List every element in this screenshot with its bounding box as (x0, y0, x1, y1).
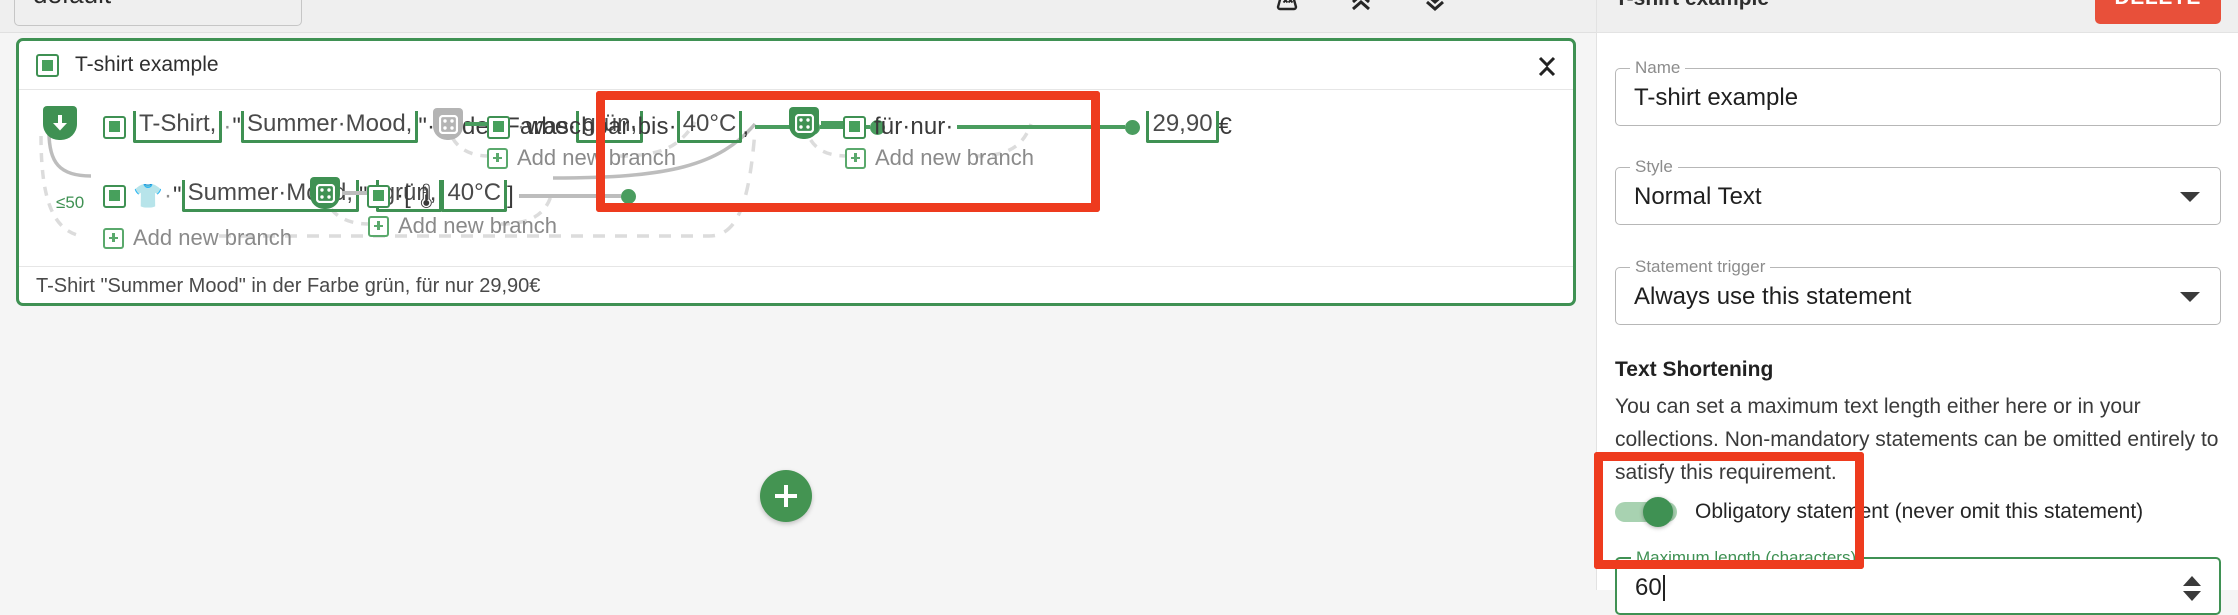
statement-trigger-select[interactable]: Statement trigger Always use this statem… (1615, 257, 2221, 325)
flow-token-text: für·nur· (874, 113, 954, 140)
statement-preview-text: T-Shirt "Summer Mood" in der Farbe grün,… (36, 275, 541, 297)
obligatory-statement-toggle-row[interactable]: Obligatory statement (never omit this st… (1615, 497, 2144, 527)
filled-square-icon (103, 184, 126, 208)
toolbar-icon-group (1272, 0, 1450, 17)
expand-collapse-chevrons-icon[interactable] (1535, 49, 1559, 81)
flow-token-text: ·[ (396, 182, 411, 209)
style-select-label: Style (1630, 157, 1678, 177)
filled-square-icon (487, 115, 510, 139)
add-new-branch-4[interactable]: Add new branch (103, 225, 292, 251)
flow-token-sep: · (163, 182, 172, 209)
statement-card-footer: T-Shirt "Summer Mood" in der Farbe grün,… (19, 266, 1573, 307)
flow-token-sep: · (517, 113, 525, 140)
toggle-knob (1643, 497, 1673, 527)
stepper-down-icon[interactable] (2183, 590, 2201, 601)
flow-token-sep: · (223, 113, 232, 140)
flow-token-text: ] (507, 182, 514, 209)
add-new-branch-label: Add new branch (517, 145, 676, 170)
flow-token-slot[interactable]: 40°C (441, 180, 508, 212)
obligatory-statement-toggle[interactable] (1615, 497, 1677, 527)
dice-branch-icon-active[interactable] (310, 177, 340, 209)
filled-square-icon (367, 184, 390, 208)
stepper-up-icon[interactable] (2183, 575, 2201, 586)
double-chevron-down-icon[interactable] (1420, 0, 1450, 17)
shorten-limit-label: ≤50 (56, 193, 85, 212)
flow-token-slot[interactable]: T-Shirt, (133, 111, 223, 143)
flow-token-text: " (232, 113, 241, 140)
collection-select-value: default (33, 0, 111, 10)
filled-square-icon (843, 115, 866, 139)
maximum-length-field[interactable]: Maximum length (characters) 60 (1615, 548, 2221, 615)
dice-branch-icon-active[interactable] (789, 107, 819, 139)
plus-icon (103, 227, 124, 249)
tshirt-emoji-icon: 👕 (133, 182, 163, 210)
flow-connector-dot (1125, 119, 1141, 135)
chevron-down-icon (2180, 192, 2200, 202)
plus-icon (368, 215, 389, 237)
add-new-branch-label: Add new branch (133, 225, 292, 250)
flow-connector-dot (620, 188, 636, 204)
thermometer-emoji-icon: 🌡 (410, 182, 442, 210)
number-stepper-icon[interactable] (2179, 569, 2205, 607)
filled-square-icon (36, 54, 59, 77)
flow-token-text: , (742, 113, 750, 140)
statement-trigger-value: Always use this statement (1634, 283, 1912, 310)
text-shortening-heading: Text Shortening (1615, 358, 1774, 381)
add-new-branch-label: Add new branch (875, 145, 1034, 170)
properties-panel-title: T-shirt example (1615, 0, 1769, 11)
add-statement-button[interactable] (760, 470, 812, 522)
statement-card-title: T-shirt example (75, 53, 219, 76)
add-new-branch-label: Add new branch (398, 213, 557, 238)
maximum-length-value[interactable]: 60 (1635, 574, 1665, 602)
properties-panel: T-shirt example DELETE Name T-shirt exam… (1596, 0, 2238, 615)
name-field[interactable]: Name T-shirt example (1615, 58, 2221, 126)
name-field-value: T-shirt example (1634, 84, 1799, 111)
name-field-label: Name (1630, 58, 1686, 78)
maximum-length-label: Maximum length (characters) (1631, 548, 1862, 568)
collection-select[interactable]: default (14, 0, 302, 26)
style-select[interactable]: Style Normal Text (1615, 157, 2221, 225)
flow-node-statement-3[interactable]: für·nur· 29,90 € (843, 111, 1232, 143)
flow-token-currency: € (1218, 113, 1232, 140)
flow-token-slot-price[interactable]: 29,90 (1146, 111, 1219, 143)
delete-button[interactable]: DELETE (2094, 0, 2221, 24)
plus-icon (845, 147, 866, 169)
filled-square-icon (103, 115, 126, 139)
style-select-value: Normal Text (1634, 183, 1762, 210)
collapse-all-icon[interactable] (1272, 0, 1302, 17)
dice-branch-icon-inactive[interactable] (433, 108, 463, 140)
obligatory-statement-label: Obligatory statement (never omit this st… (1695, 500, 2144, 523)
arrow-down-icon[interactable] (43, 106, 77, 140)
text-shortening-description: You can set a maximum text length either… (1615, 395, 2219, 484)
chevron-down-icon (2180, 292, 2200, 302)
flow-token-slot[interactable]: 40°C (676, 111, 743, 143)
flow-token-text: waschbar·bis· (526, 113, 677, 140)
double-chevron-up-icon[interactable] (1346, 0, 1376, 17)
plus-icon (487, 147, 508, 169)
statement-trigger-label: Statement trigger (1630, 257, 1771, 277)
statement-card[interactable]: T-shirt example ≤50 T-Shirt, · " Summer·… (16, 38, 1576, 306)
app-root: default T-shirt example (0, 0, 2238, 615)
statement-flow-canvas: ≤50 T-Shirt, · " Summer·Mood, "·in·der·F… (19, 90, 1573, 266)
flow-node-statement-5[interactable]: ·[ 🌡 40°C ] (367, 180, 636, 212)
add-new-branch-2[interactable]: Add new branch (845, 145, 1034, 171)
flow-token-text: " (172, 182, 182, 209)
statement-card-header: T-shirt example (19, 41, 1573, 90)
editor-pane: default T-shirt example (0, 0, 1596, 590)
add-new-branch-1[interactable]: Add new branch (487, 145, 676, 171)
flow-token-slot[interactable]: Summer·Mood, (240, 111, 419, 143)
add-new-branch-3[interactable]: Add new branch (368, 213, 557, 239)
